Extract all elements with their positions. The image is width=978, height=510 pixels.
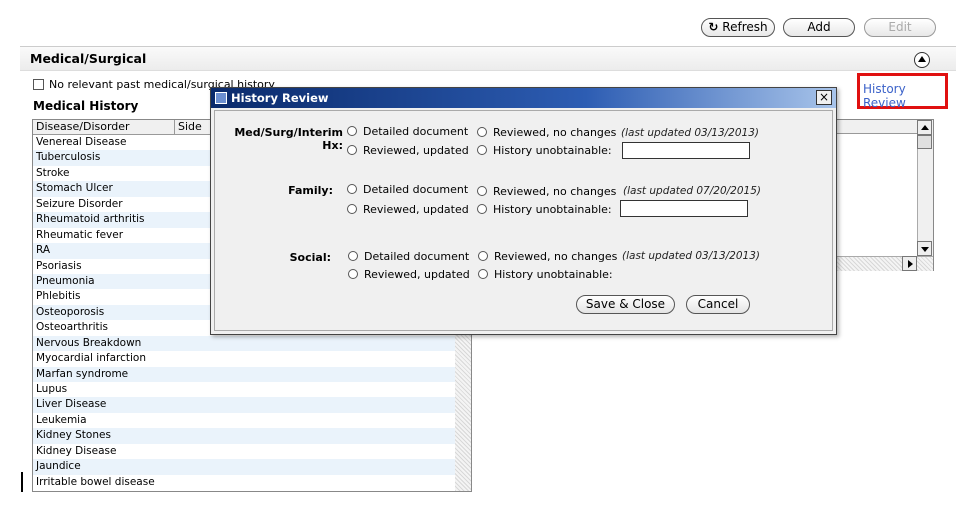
medsurg-updated: (last updated 03/13/2013) (621, 127, 759, 139)
medsurg-unobtainable-radio[interactable]: History unobtainable: (477, 144, 612, 157)
text-cursor (21, 472, 23, 492)
collapse-icon[interactable] (914, 52, 930, 68)
radio-icon (347, 184, 357, 194)
scroll-thumb[interactable] (917, 135, 932, 149)
family-unobtainable-radio[interactable]: History unobtainable: (477, 203, 612, 216)
scroll-up-icon[interactable] (917, 120, 932, 135)
add-button[interactable]: Add (783, 18, 855, 37)
table-row[interactable]: Lupus (33, 382, 471, 397)
social-detailed-radio[interactable]: Detailed document (348, 250, 469, 263)
family-unobtainable-input[interactable] (620, 200, 748, 217)
scroll-right-icon[interactable] (902, 256, 917, 271)
radio-icon (478, 269, 488, 279)
history-review-highlight: History Review (857, 73, 948, 110)
social-updated: (last updated 03/13/2013) (622, 250, 760, 262)
social-label: Social: (289, 251, 331, 264)
radio-icon (477, 186, 487, 196)
family-updated: (last updated 07/20/2015) (623, 185, 761, 197)
scroll-down-icon[interactable] (917, 241, 932, 256)
dialog-grid-icon (215, 92, 227, 104)
medsurg-unobtainable-input[interactable] (622, 142, 750, 159)
close-icon[interactable]: × (816, 90, 832, 105)
family-detailed-radio[interactable]: Detailed document (347, 183, 468, 196)
history-review-dialog: History Review × Med/Surg/Interim Hx: De… (210, 87, 837, 335)
refresh-button[interactable]: ↻ Refresh (701, 18, 775, 37)
radio-icon (347, 126, 357, 136)
social-updated-radio[interactable]: Reviewed, updated (348, 268, 470, 281)
column-header-disease[interactable]: Disease/Disorder (33, 120, 175, 134)
social-unobtainable-radio[interactable]: History unobtainable: (478, 268, 613, 281)
table-row[interactable]: Kidney Stones (33, 428, 471, 444)
table-row[interactable]: Jaundice (33, 459, 471, 475)
dialog-title: History Review (231, 91, 329, 105)
radio-icon (347, 145, 357, 155)
radio-icon (478, 251, 488, 261)
medsurg-no-changes-radio[interactable]: Reviewed, no changes (477, 126, 616, 139)
radio-icon (348, 251, 358, 261)
medsurg-detailed-radio[interactable]: Detailed document (347, 125, 468, 138)
save-close-button[interactable]: Save & Close (576, 295, 675, 314)
section-title: Medical/Surgical (30, 51, 147, 66)
social-no-changes-radio[interactable]: Reviewed, no changes (478, 250, 617, 263)
table-row[interactable]: Marfan syndrome (33, 366, 471, 382)
radio-icon (477, 127, 487, 137)
table-row[interactable]: Kidney Disease (33, 444, 471, 459)
table-row[interactable]: Leukemia (33, 413, 471, 428)
right-grid (836, 119, 934, 271)
table-row[interactable]: Liver Disease (33, 397, 471, 413)
h-scroll-track[interactable] (837, 256, 933, 271)
radio-icon (347, 204, 357, 214)
column-header-side[interactable]: Side (175, 120, 215, 134)
medsurg-updated-radio[interactable]: Reviewed, updated (347, 144, 469, 157)
no-relevant-checkbox[interactable] (33, 79, 44, 90)
table-row[interactable]: Nervous Breakdown (33, 335, 471, 352)
cancel-button[interactable]: Cancel (686, 295, 750, 314)
medical-history-title: Medical History (33, 99, 139, 113)
dialog-titlebar: History Review × (211, 88, 836, 108)
section-header: Medical/Surgical (20, 46, 956, 71)
table-row[interactable]: Myocardial infarction (33, 351, 471, 366)
family-label: Family: (288, 184, 333, 197)
radio-icon (477, 145, 487, 155)
medsurg-label: Med/Surg/Interim Hx: (234, 126, 343, 152)
table-row[interactable]: Irritable bowel disease (33, 475, 471, 490)
radio-icon (348, 269, 358, 279)
history-review-link[interactable]: History Review (863, 82, 906, 110)
family-updated-radio[interactable]: Reviewed, updated (347, 203, 469, 216)
dialog-body: Med/Surg/Interim Hx: Detailed document R… (214, 110, 833, 331)
radio-icon (477, 204, 487, 214)
family-no-changes-radio[interactable]: Reviewed, no changes (477, 185, 616, 198)
refresh-icon: ↻ (708, 20, 719, 34)
edit-button[interactable]: Edit (864, 18, 936, 37)
